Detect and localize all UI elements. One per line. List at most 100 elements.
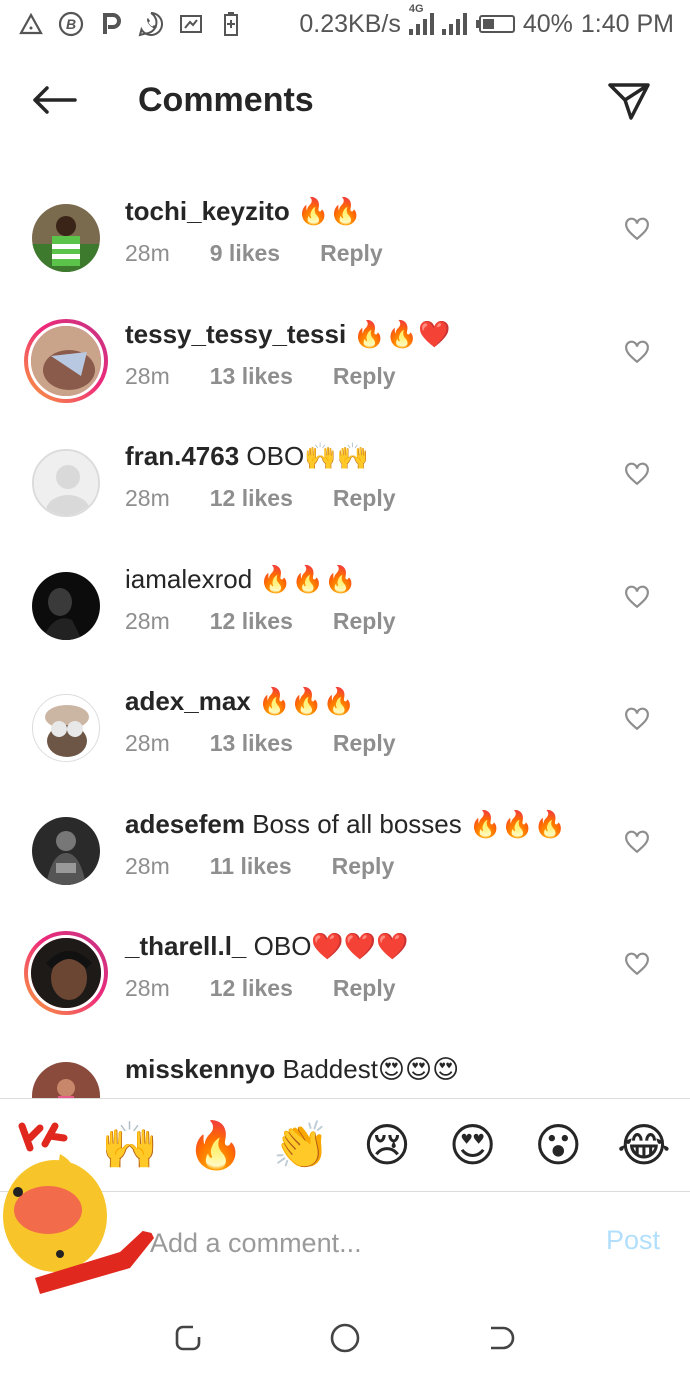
comments-list[interactable]: tochi_keyzito 🔥🔥 28m 9 likes Reply tessy… xyxy=(0,170,690,1098)
heart-icon[interactable] xyxy=(624,461,650,487)
heart-icon[interactable] xyxy=(624,951,650,977)
comment-meta: 28m 12 likes Reply xyxy=(125,604,396,638)
comment-item: tessy_tessy_tessi 🔥🔥❤️ 28m 13 likes Repl… xyxy=(0,293,690,416)
avatar-story-ring[interactable] xyxy=(24,318,108,403)
avatar[interactable] xyxy=(24,809,108,893)
heart-icon[interactable] xyxy=(624,339,650,365)
user-avatar-sticker[interactable] xyxy=(0,1118,160,1298)
heart-icon[interactable] xyxy=(624,706,650,732)
comments-header: Comments xyxy=(0,60,690,140)
emoji-clapping[interactable]: 👏 xyxy=(271,1115,331,1175)
reply-button[interactable]: Reply xyxy=(333,726,396,760)
comment-body: OBO🙌🙌 xyxy=(239,441,369,471)
comment-username[interactable]: fran.4763 xyxy=(125,441,239,471)
recents-button[interactable] xyxy=(166,1316,210,1360)
comment-time: 28m xyxy=(125,852,170,879)
comment-item: _tharell.l_ OBO❤️❤️❤️ 28m 12 likes Reply xyxy=(0,905,690,1028)
reply-button[interactable]: Reply xyxy=(333,604,396,638)
comment-text: misskennyo Baddest😍😍😍 xyxy=(125,1052,459,1086)
emoji-crying[interactable]: 😢 xyxy=(357,1115,417,1175)
reply-button[interactable]: Reply xyxy=(333,359,396,393)
comment-username[interactable]: tessy_tessy_tessi xyxy=(125,319,346,349)
reply-button[interactable]: Reply xyxy=(332,849,395,883)
warning-icon xyxy=(18,11,44,37)
avatar[interactable] xyxy=(24,196,108,280)
comment-meta: 28m 9 likes Reply xyxy=(125,236,383,270)
battery-icon xyxy=(475,15,515,33)
comment-likes[interactable]: 12 likes xyxy=(210,604,293,638)
comment-item: iamalexrod 🔥🔥🔥 28m 12 likes Reply xyxy=(0,538,690,661)
page-title: Comments xyxy=(138,81,314,119)
heart-icon[interactable] xyxy=(624,584,650,610)
arrow-left-icon xyxy=(33,86,77,114)
comment-body: 🔥🔥❤️ xyxy=(346,318,451,349)
comment-item: adex_max 🔥🔥🔥 28m 13 likes Reply xyxy=(0,660,690,783)
comment-likes[interactable]: 12 likes xyxy=(210,481,293,515)
comment-input[interactable] xyxy=(150,1221,570,1265)
share-button[interactable] xyxy=(604,76,654,126)
paypal-icon xyxy=(98,11,124,37)
comment-time: 28m xyxy=(125,975,170,1001)
comment-text: _tharell.l_ OBO❤️❤️❤️ xyxy=(125,929,409,963)
emoji-heart-eyes[interactable]: 😍 xyxy=(443,1115,503,1175)
comment-username[interactable]: misskennyo xyxy=(125,1054,275,1084)
avatar[interactable] xyxy=(24,564,108,648)
reply-button[interactable]: Reply xyxy=(320,236,383,270)
avatar[interactable] xyxy=(24,1054,108,1098)
comment-meta: 28m 11 likes Reply xyxy=(125,849,394,883)
comment-body: 🔥🔥🔥 xyxy=(250,686,356,716)
network-speed: 0.23KB/s xyxy=(299,9,401,38)
battery-saver-icon xyxy=(218,11,244,37)
comment-body: Baddest😍😍😍 xyxy=(275,1053,460,1084)
comment-time: 28m xyxy=(125,240,170,266)
emoji-fire[interactable]: 🔥 xyxy=(186,1115,246,1175)
emoji-laughing[interactable]: 😂 xyxy=(614,1115,674,1175)
comment-username[interactable]: tochi_keyzito xyxy=(125,196,290,226)
bitcoin-icon: B xyxy=(58,11,84,37)
comment-username[interactable]: adex_max xyxy=(125,686,251,716)
comment-username[interactable]: _tharell.l_ xyxy=(125,931,246,961)
avatar[interactable] xyxy=(24,441,108,525)
comment-time: 28m xyxy=(125,607,170,634)
avatar[interactable] xyxy=(24,686,108,770)
comment-text: fran.4763 OBO🙌🙌 xyxy=(125,439,369,473)
comment-likes[interactable]: 9 likes xyxy=(210,236,280,270)
status-bar-system: 0.23KB/s 4G 40% 1:40 PM xyxy=(299,3,674,39)
comment-likes[interactable]: 11 likes xyxy=(210,849,292,883)
post-button[interactable]: Post xyxy=(606,1225,660,1256)
back-nav-button[interactable] xyxy=(480,1316,524,1360)
comment-body: OBO❤️❤️❤️ xyxy=(246,931,409,961)
screenshot-icon xyxy=(178,11,204,37)
avatar-story-ring[interactable] xyxy=(24,931,108,1015)
system-nav-bar xyxy=(0,1296,690,1380)
comment-meta: 28m 13 likes Reply xyxy=(125,359,396,393)
comment-text: adesefem Boss of all bosses 🔥🔥🔥 xyxy=(125,807,566,841)
reply-button[interactable]: Reply xyxy=(333,481,396,515)
comment-body: 🔥🔥🔥 xyxy=(252,563,357,594)
home-circle-icon xyxy=(330,1323,360,1353)
comment-item: adesefem Boss of all bosses 🔥🔥🔥 28m 11 l… xyxy=(0,783,690,906)
paper-plane-icon xyxy=(608,83,650,120)
comment-username[interactable]: iamalexrod xyxy=(125,564,252,594)
comment-text: iamalexrod 🔥🔥🔥 xyxy=(125,562,357,596)
comment-meta: 28m 12 likes Reply xyxy=(125,481,396,515)
heart-icon[interactable] xyxy=(624,216,650,242)
comment-username[interactable]: adesefem xyxy=(125,809,245,839)
comment-likes[interactable]: 13 likes xyxy=(210,726,293,760)
reply-button[interactable]: Reply xyxy=(333,971,396,1005)
emoji-surprised[interactable]: 😮 xyxy=(528,1115,588,1175)
signal-4g-icon: 4G xyxy=(408,3,434,35)
whatsapp-icon xyxy=(138,11,164,37)
comment-body: 🔥🔥 xyxy=(289,196,362,226)
comment-text: tochi_keyzito 🔥🔥 xyxy=(125,194,362,228)
home-button[interactable] xyxy=(323,1316,367,1360)
comment-likes[interactable]: 12 likes xyxy=(210,971,293,1005)
status-bar-notification-icons: B xyxy=(18,11,244,37)
back-button[interactable] xyxy=(28,78,80,122)
comment-text: adex_max 🔥🔥🔥 xyxy=(125,684,355,718)
battery-percent: 40% xyxy=(522,9,573,38)
comment-likes[interactable]: 13 likes xyxy=(210,359,293,393)
comment-time: 28m xyxy=(125,485,170,511)
heart-icon[interactable] xyxy=(624,829,650,855)
comment-text: tessy_tessy_tessi 🔥🔥❤️ xyxy=(125,317,451,351)
